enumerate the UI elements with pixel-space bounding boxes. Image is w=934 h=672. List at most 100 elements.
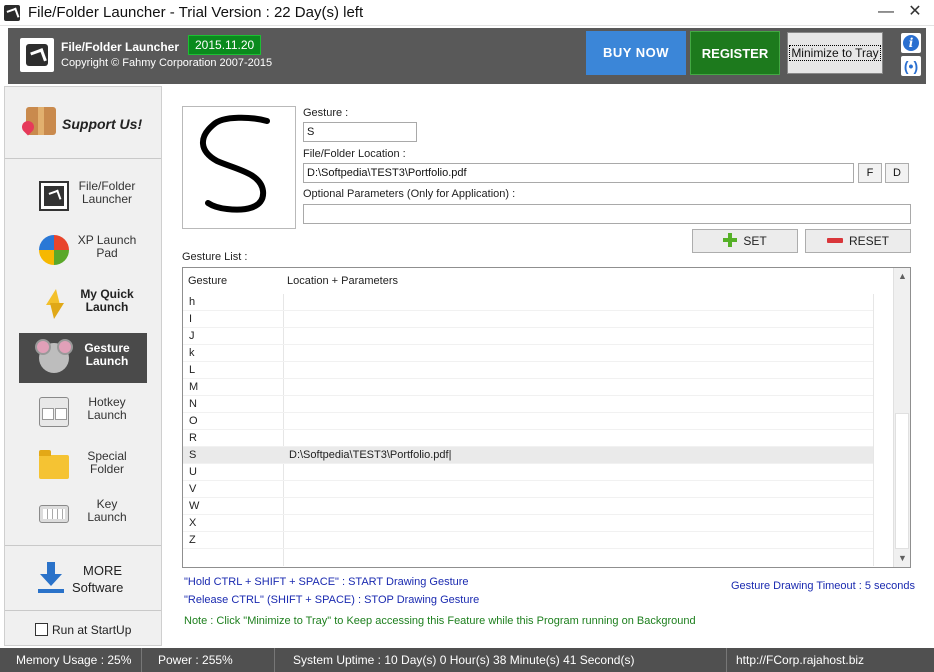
column-header-gesture[interactable]: Gesture <box>188 268 227 294</box>
scroll-up-icon[interactable]: ▲ <box>894 268 910 285</box>
sidebar-item-hotkey-launch[interactable]: Hotkey Launch <box>19 387 147 437</box>
gesture-cell: J <box>189 330 195 342</box>
info-icon[interactable] <box>901 33 921 53</box>
xp-logo-icon <box>39 235 69 265</box>
main-panel: Gesture : File/Folder Location : F D Opt… <box>164 86 928 646</box>
gesture-label: Gesture : <box>303 107 349 119</box>
buy-now-button[interactable]: BUY NOW <box>586 31 686 75</box>
copyright-text: Copyright © Fahmy Corporation 2007-2015 <box>61 57 273 69</box>
sidebar-item-special-folder[interactable]: Special Folder <box>19 441 147 491</box>
table-row[interactable]: O <box>183 413 873 430</box>
gesture-cell: S <box>189 449 197 461</box>
power-status: Power : 255% <box>150 648 275 672</box>
software-label: Software <box>72 580 124 595</box>
table-row[interactable]: X <box>183 515 873 532</box>
gesture-list-label: Gesture List : <box>182 251 248 263</box>
table-row[interactable]: R <box>183 430 873 447</box>
table-row[interactable]: U <box>183 464 873 481</box>
drawn-gesture-s <box>200 114 270 213</box>
more-software-button[interactable]: MORE Software <box>5 545 161 611</box>
table-row[interactable]: I <box>183 311 873 328</box>
folder-icon <box>39 450 69 479</box>
browse-folder-button[interactable]: D <box>885 163 909 183</box>
download-arrow-base <box>38 589 64 593</box>
version-badge: 2015.11.20 <box>188 35 262 55</box>
close-button[interactable]: ✕ <box>903 2 927 24</box>
sidebar-item-my-quick-launch[interactable]: My Quick Launch <box>19 279 147 329</box>
location-input[interactable] <box>303 163 854 183</box>
table-row[interactable]: N <box>183 396 873 413</box>
more-label: MORE <box>83 563 122 578</box>
gesture-cell: X <box>189 517 197 529</box>
sidebar-item-label: Special Folder <box>87 449 127 476</box>
location-label: File/Folder Location : <box>303 148 406 160</box>
scroll-thumb[interactable] <box>895 413 909 549</box>
gesture-cell: I <box>189 313 193 325</box>
gesture-cell: h <box>189 296 196 308</box>
gesture-cell: R <box>189 432 197 444</box>
sidebar-item-key-launch[interactable]: Key Launch <box>19 489 147 539</box>
location-cell: D:\Softpedia\TEST3\Portfolio.pdf| <box>289 449 452 461</box>
minimize-to-tray-label: Minimize to Tray <box>789 45 881 61</box>
vertical-scrollbar[interactable]: ▲ ▼ <box>893 268 910 567</box>
params-input[interactable] <box>303 204 911 224</box>
reset-label: RESET <box>848 234 889 248</box>
gesture-cell: L <box>189 364 196 376</box>
plus-icon <box>723 233 738 247</box>
gesture-list-table[interactable]: Gesture Location + Parameters hIJkLMNORS… <box>182 267 911 568</box>
update-icon[interactable]: (•) <box>901 56 921 76</box>
sidebar-item-label: Hotkey Launch <box>87 395 127 422</box>
table-row[interactable]: h <box>183 294 873 311</box>
gesture-input[interactable] <box>303 122 417 142</box>
sidebar-item-xp-launch-pad[interactable]: XP Launch Pad <box>19 225 147 275</box>
sidebar-item-file-folder-launcher[interactable]: File/Folder Launcher <box>19 171 147 221</box>
app-logo-icon <box>20 38 54 72</box>
table-row[interactable]: W <box>183 498 873 515</box>
sidebar: Support Us! File/Folder Launcher XP Launc… <box>4 86 162 646</box>
header-banner: File/Folder Launcher 2015.11.20 Copyrigh… <box>8 28 926 84</box>
run-at-startup-toggle[interactable]: Run at StartUp <box>35 623 131 637</box>
set-button[interactable]: SET <box>692 229 798 253</box>
mouse-icon <box>35 339 73 373</box>
table-row[interactable]: k <box>183 345 873 362</box>
register-button[interactable]: REGISTER <box>690 31 780 75</box>
app-icon <box>4 5 20 21</box>
sidebar-item-gesture-launch[interactable]: Gesture Launch <box>19 333 147 383</box>
minimize-button[interactable]: — <box>874 2 898 24</box>
run-at-startup-checkbox[interactable] <box>35 623 48 636</box>
gesture-drawing-canvas[interactable] <box>182 106 296 229</box>
gesture-cell: Z <box>189 534 196 546</box>
launcher-icon <box>39 181 69 211</box>
column-divider <box>873 294 874 566</box>
app-name: File/Folder Launcher <box>61 40 180 54</box>
website-link[interactable]: http://FCorp.rajahost.biz <box>728 648 928 672</box>
table-row[interactable]: M <box>183 379 873 396</box>
minus-icon <box>826 238 843 243</box>
sidebar-item-label: Key Launch <box>87 497 127 524</box>
lightning-icon <box>39 289 69 319</box>
gesture-cell: k <box>189 347 195 359</box>
table-row[interactable]: L <box>183 362 873 379</box>
window-title: File/Folder Launcher - Trial Version : 2… <box>28 4 364 21</box>
browse-file-button[interactable]: F <box>858 163 882 183</box>
table-row[interactable]: J <box>183 328 873 345</box>
sidebar-item-label: XP Launch Pad <box>77 233 137 260</box>
table-row[interactable]: S D:\Softpedia\TEST3\Portfolio.pdf| <box>183 447 873 464</box>
hotkey-icon <box>39 397 69 427</box>
support-us-button[interactable]: Support Us! <box>5 87 161 159</box>
column-header-location[interactable]: Location + Parameters <box>287 268 398 294</box>
title-bar: File/Folder Launcher - Trial Version : 2… <box>0 0 934 26</box>
reset-button[interactable]: RESET <box>805 229 911 253</box>
memory-usage: Memory Usage : 25% <box>8 648 142 672</box>
table-row[interactable]: Z <box>183 532 873 549</box>
gesture-cell: M <box>189 381 199 393</box>
scroll-down-icon[interactable]: ▼ <box>894 550 910 567</box>
sidebar-item-label: My Quick Launch <box>80 287 134 314</box>
keyboard-icon <box>39 505 69 523</box>
support-us-label: Support Us! <box>62 116 143 132</box>
params-label: Optional Parameters (Only for Applicatio… <box>303 188 516 200</box>
sidebar-item-label: Gesture Launch <box>84 341 130 368</box>
table-row[interactable]: V <box>183 481 873 498</box>
minimize-to-tray-button[interactable]: Minimize to Tray <box>787 32 883 74</box>
gesture-cell: N <box>189 398 197 410</box>
